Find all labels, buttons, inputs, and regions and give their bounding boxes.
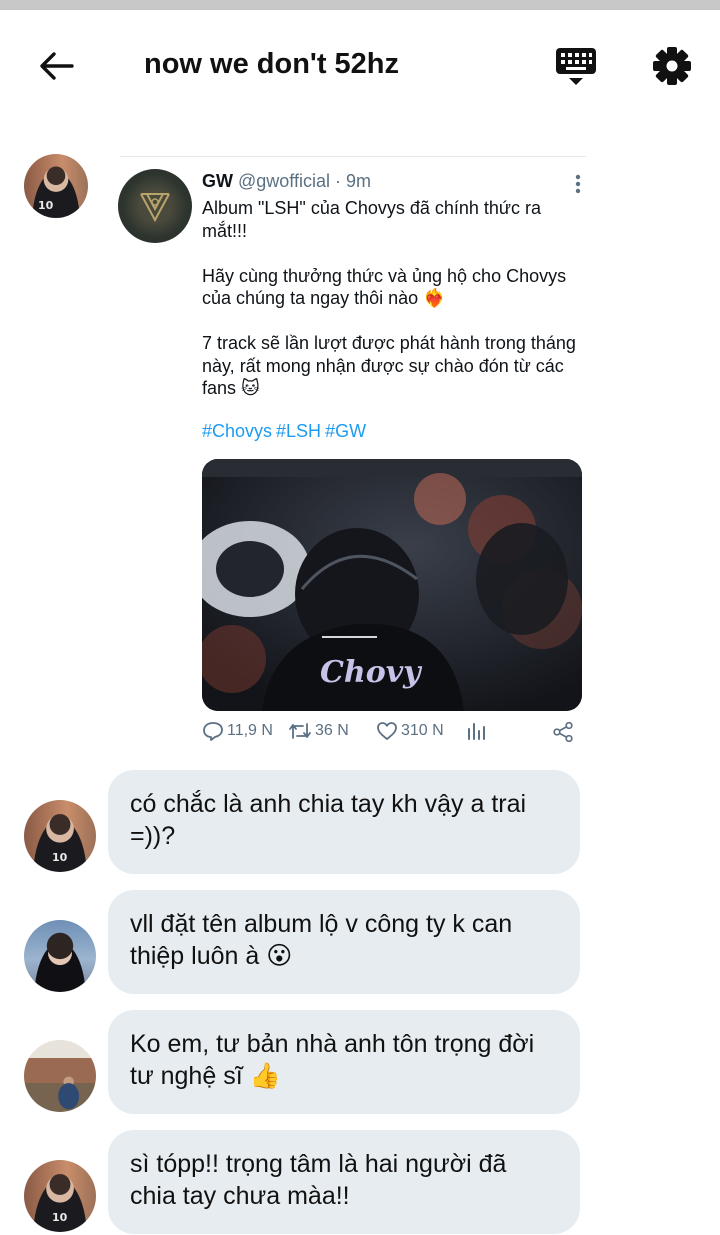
tweet-author-handle[interactable]: @gwofficial xyxy=(238,171,330,191)
analytics-action[interactable] xyxy=(466,721,486,741)
like-count: 310 N xyxy=(401,722,444,739)
avatar-jersey-number: 10 xyxy=(38,199,54,212)
keyboard-button[interactable] xyxy=(552,44,600,90)
message-bubble[interactable]: sì tópp!! trọng tâm là hai người đã chia… xyxy=(108,1130,580,1234)
retweet-action[interactable]: 36 N xyxy=(288,721,349,741)
message-bubble[interactable]: có chắc là anh chia tay kh vậy a trai =)… xyxy=(108,770,580,874)
like-action[interactable]: 310 N xyxy=(376,721,444,741)
message-avatar[interactable] xyxy=(24,1040,96,1112)
tweet-timestamp: · 9m xyxy=(335,171,372,191)
more-vertical-icon xyxy=(575,174,581,194)
share-action[interactable] xyxy=(552,721,574,743)
hashtag-chovys[interactable]: #Chovys xyxy=(202,421,272,441)
gear-icon xyxy=(653,47,691,85)
analytics-icon xyxy=(468,723,485,740)
chat-header: now we don't 52hz xyxy=(0,10,720,120)
avatar-jersey-number: 10 xyxy=(52,851,68,864)
hashtag-gw[interactable]: #GW xyxy=(325,421,366,441)
reply-icon xyxy=(203,722,223,741)
team-logo-icon xyxy=(140,193,170,223)
message-avatar[interactable] xyxy=(24,920,96,992)
tweet-author-avatar[interactable] xyxy=(118,169,192,243)
settings-button[interactable] xyxy=(648,42,696,90)
retweet-count: 36 N xyxy=(315,722,349,739)
message-bubble[interactable]: vll đặt tên album lộ v công ty k can thi… xyxy=(108,890,580,994)
tweet-header: GW @gwofficial · 9m xyxy=(202,171,582,192)
reply-action[interactable]: 11,9 N xyxy=(202,721,273,741)
share-icon xyxy=(553,721,573,743)
back-arrow-icon xyxy=(40,52,74,80)
tweet-hashtags: #Chovys #LSH #GW xyxy=(202,421,370,442)
status-strip xyxy=(0,0,720,10)
reply-count: 11,9 N xyxy=(227,722,273,739)
tweet-more-button[interactable] xyxy=(568,173,588,195)
tweet-body-text: Album "LSH" của Chovys đã chính thức ra … xyxy=(202,198,576,398)
heart-icon xyxy=(377,722,397,740)
hashtag-lsh[interactable]: #LSH xyxy=(276,421,321,441)
tweet-action-bar: 11,9 N 36 N 310 N xyxy=(202,719,586,747)
sender-avatar[interactable]: 10 xyxy=(24,154,88,218)
conversation-title: now we don't 52hz xyxy=(144,48,400,80)
message-avatar[interactable]: 10 xyxy=(24,1160,96,1232)
avatar-jersey-number: 10 xyxy=(52,1211,68,1224)
tweet-media-photo[interactable]: Chovy xyxy=(202,459,582,711)
message-avatar[interactable]: 10 xyxy=(24,800,96,872)
back-button[interactable] xyxy=(30,42,82,90)
shared-tweet-card[interactable]: GW @gwofficial · 9m Album "LSH" của Chov… xyxy=(118,156,588,750)
tweet-author-name[interactable]: GW xyxy=(202,171,233,191)
retweet-icon xyxy=(289,723,311,739)
media-jersey-text: Chovy xyxy=(320,655,421,690)
keyboard-icon xyxy=(556,48,596,85)
message-bubble[interactable]: Ko em, tư bản nhà anh tôn trọng đời tư n… xyxy=(108,1010,580,1114)
